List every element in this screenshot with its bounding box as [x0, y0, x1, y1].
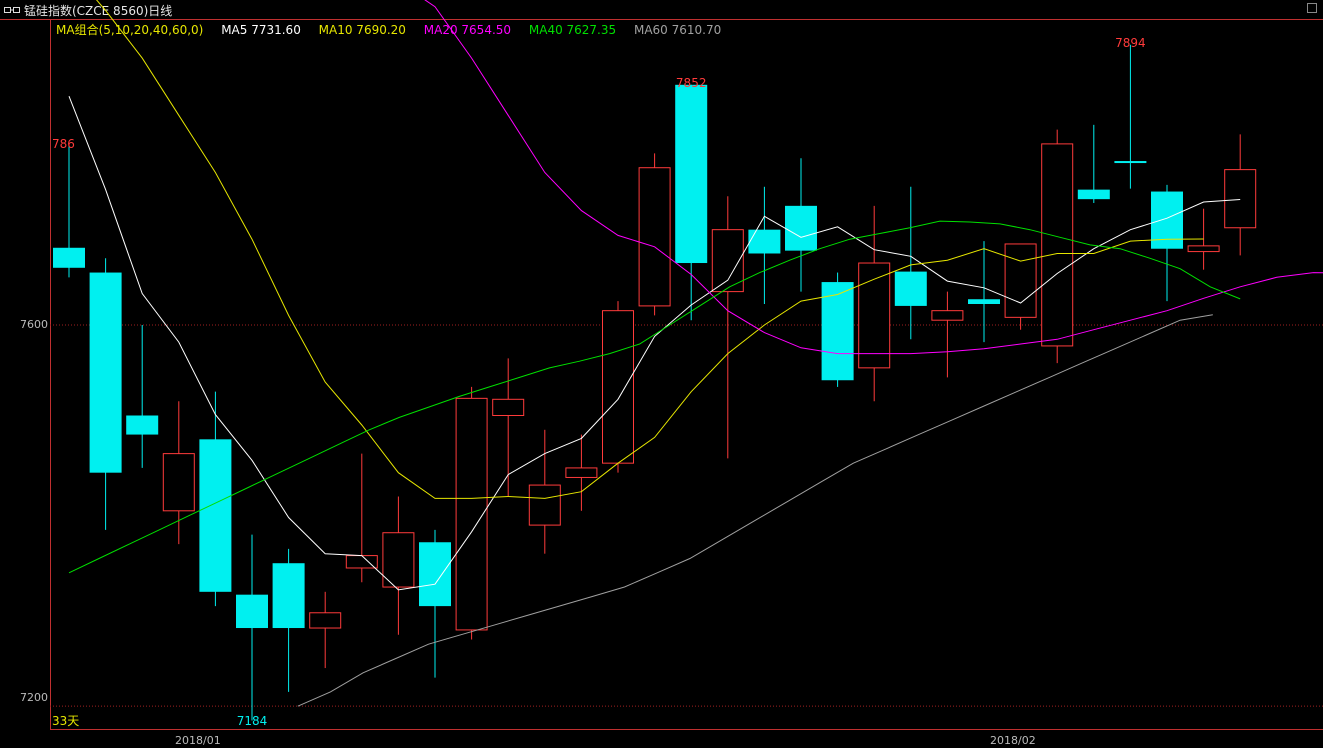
legend-group[interactable]: MA组合(5,10,20,40,60,0)	[56, 23, 203, 37]
legend-ma5: MA5 7731.60	[221, 23, 301, 37]
legend-ma20: MA20 7654.50	[423, 23, 512, 37]
x-tick-2018-02: 2018/02	[990, 734, 1036, 747]
legend-ma40: MA40 7627.35	[528, 23, 617, 37]
y-tick-7600: 7600	[20, 318, 48, 331]
ma-legend: MA组合(5,10,20,40,60,0) MA5 7731.60 MA10 7…	[56, 21, 735, 38]
window-menu-icon[interactable]	[4, 7, 20, 13]
y-tick-7200: 7200	[20, 691, 48, 704]
maximize-icon[interactable]	[1307, 3, 1317, 13]
plot-area[interactable]	[50, 20, 1323, 730]
legend-ma10: MA10 7690.20	[318, 23, 406, 37]
x-tick-2018-01: 2018/01	[175, 734, 221, 747]
title-bar: 锰硅指数(CZCE 8560)日线	[0, 0, 1323, 20]
legend-ma60: MA60 7610.70	[633, 23, 722, 37]
chart-title: 锰硅指数(CZCE 8560)日线	[24, 4, 173, 18]
